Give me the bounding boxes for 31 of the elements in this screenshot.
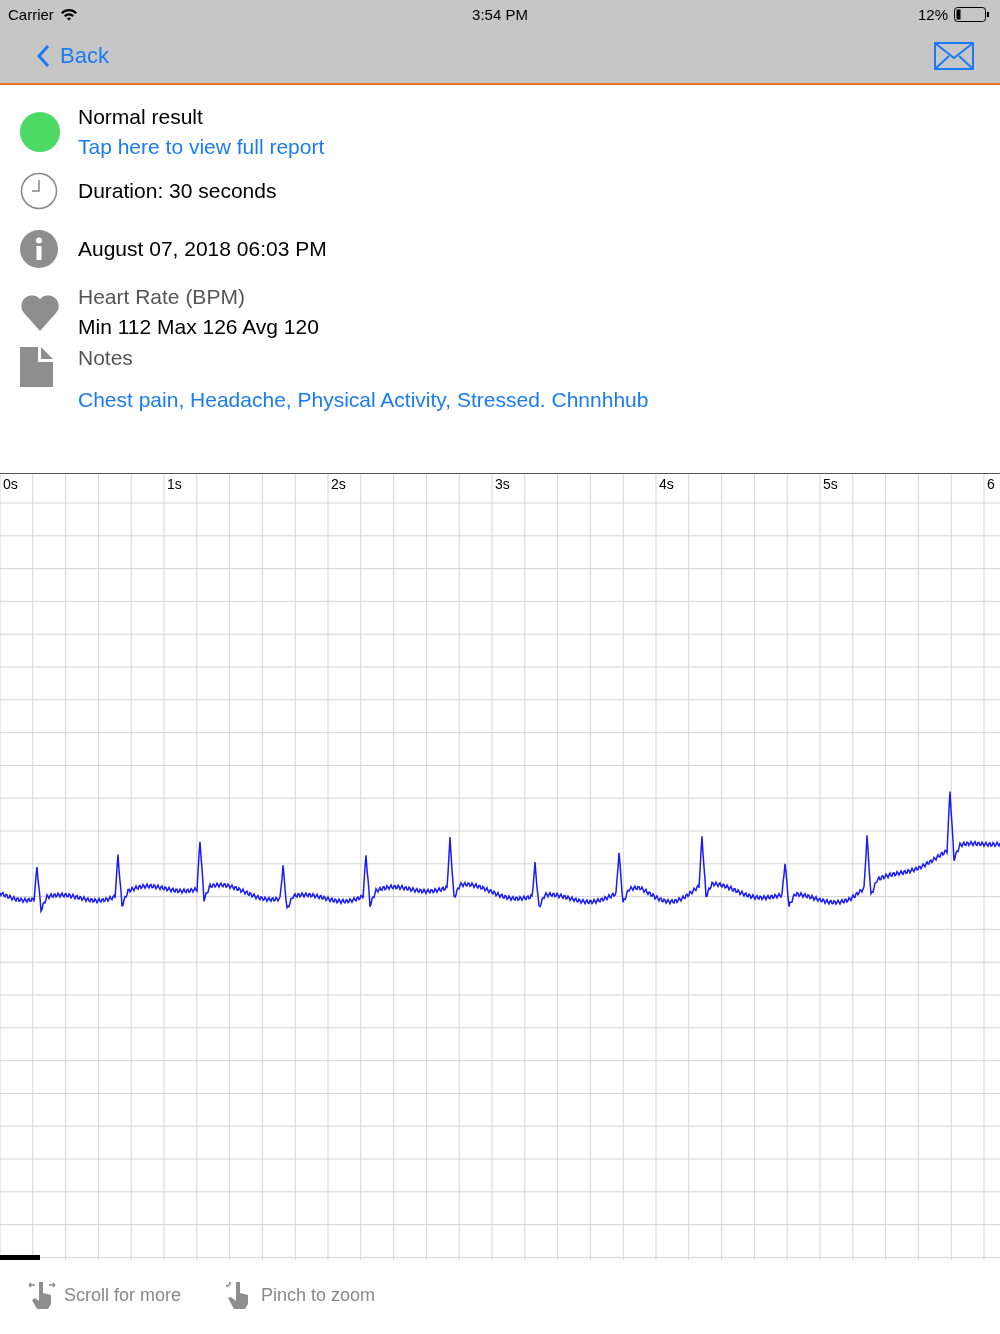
heart-icon xyxy=(20,293,60,331)
time-label: 3s xyxy=(495,476,510,492)
swipe-hand-icon xyxy=(28,1280,56,1310)
mail-icon[interactable] xyxy=(934,41,974,70)
time-label: 6 xyxy=(987,476,995,492)
back-button[interactable]: Back xyxy=(36,42,109,69)
time-label: 2s xyxy=(331,476,346,492)
report-link[interactable]: Tap here to view full report xyxy=(78,132,325,162)
duration-text: Duration: 30 seconds xyxy=(78,178,277,204)
chevron-left-icon xyxy=(36,43,50,68)
heart-rate-label: Heart Rate (BPM) xyxy=(78,284,246,310)
document-icon xyxy=(20,347,53,387)
notes-label: Notes xyxy=(78,345,134,371)
carrier-label: Carrier xyxy=(8,5,54,23)
notes-text[interactable]: Chest pain, Headache, Physical Activity, Stressed. Chnnhhub xyxy=(78,385,649,415)
date-text: August 07, 2018 06:03 PM xyxy=(78,236,327,262)
battery-icon xyxy=(954,6,990,22)
result-status: Normal result xyxy=(78,104,204,130)
heart-rate-value: Min 112 Max 126 Avg 120 xyxy=(78,314,319,340)
info-icon xyxy=(20,230,58,268)
time-label: 4s xyxy=(659,476,674,492)
time-label: 0s xyxy=(3,476,18,492)
hint-label: Pinch to zoom xyxy=(261,1284,376,1306)
scroll-indicator xyxy=(0,1255,40,1260)
time-label: 1s xyxy=(167,476,182,492)
battery-percent: 12% xyxy=(917,5,948,23)
hint-label: Scroll for more xyxy=(64,1284,182,1306)
clock-icon xyxy=(20,172,58,210)
time-label: 5s xyxy=(823,476,838,492)
status-time: 3:54 PM xyxy=(472,5,528,23)
wifi-icon xyxy=(59,7,78,21)
